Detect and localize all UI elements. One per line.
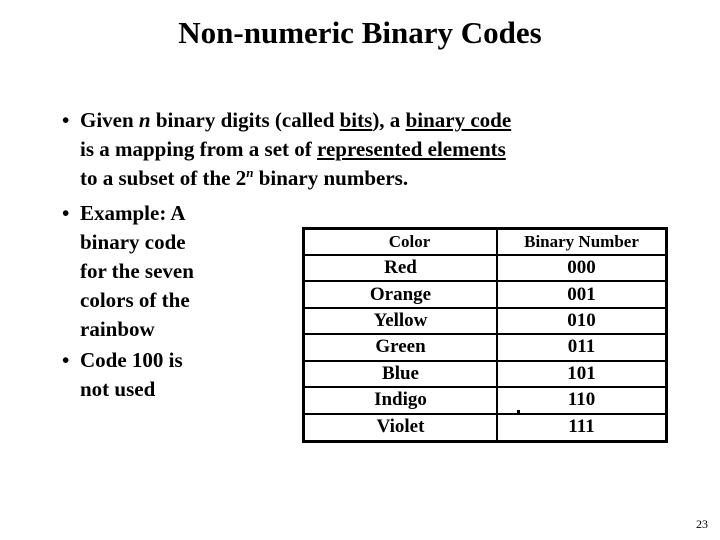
bullet-line: Example: A (80, 199, 306, 228)
table-row: Yellow 010 (305, 307, 665, 336)
cell-color: Orange (305, 281, 498, 309)
text-segment: is a mapping from a set of (80, 137, 318, 161)
bullet-text: Code 100 is not used (80, 346, 306, 404)
bullet-item: • Example: A binary code for the seven color… (56, 199, 306, 344)
text-segment: ), a (372, 108, 406, 132)
cell-color: Indigo (305, 387, 498, 415)
slide-canvas: Non-numeric Binary Codes • Given n binary… (0, 0, 720, 540)
table-row: Indigo 110 (305, 387, 665, 415)
table-row: Red 000 (305, 255, 665, 283)
text-segment: binary numbers. (253, 166, 409, 190)
bullet-line: not used (80, 375, 306, 404)
bullet-line: for the seven (80, 257, 306, 286)
table-row: Violet 111 (305, 413, 665, 440)
column-header-binary-number: Binary Number (497, 230, 665, 256)
cell-color: Blue (305, 360, 498, 389)
bullet-line: rainbow (80, 315, 306, 344)
table-header-row: Color Binary Number (305, 230, 665, 256)
cell-binary-number: 101 (497, 360, 665, 389)
cell-binary-number: 001 (497, 281, 665, 309)
page-title: Non-numeric Binary Codes (178, 15, 542, 50)
binary-code-table: Color Binary Number Red 000 Orange 001 Yello… (302, 227, 668, 443)
cell-binary-number: 000 (497, 255, 665, 283)
bullet-marker-icon: • (62, 201, 70, 225)
cell-color: Red (305, 255, 498, 283)
scan-speck-artifact (517, 410, 520, 413)
cell-color: Violet (305, 413, 498, 440)
bullet-item: • Given n binary digits (called bits), a … (56, 106, 684, 193)
table-row: Green 011 (305, 334, 665, 362)
text-segment: to a subset of the 2 (80, 166, 247, 190)
bullet-line: to a subset of the 2n binary numbers. (80, 164, 684, 193)
cell-binary-number: 010 (497, 307, 665, 336)
page-number: 23 (696, 517, 708, 531)
cell-binary-number: 110 (497, 387, 665, 415)
text-segment: n (138, 108, 151, 132)
cell-color: Yellow (305, 307, 498, 336)
text-segment: binary code (405, 108, 512, 132)
cell-binary-number: 011 (497, 334, 665, 362)
text-segment: binary code (80, 230, 186, 254)
bullet-line: colors of the (80, 286, 306, 315)
text-segment: binary digits (called (150, 108, 340, 132)
bullet-item: • Code 100 is not used (56, 346, 306, 404)
text-segment: for the seven (80, 259, 194, 283)
cell-binary-number: 111 (568, 416, 595, 438)
bullet-line: Code 100 is (80, 346, 306, 375)
text-segment: Code 100 is (80, 348, 183, 372)
bullet-marker-icon: • (62, 108, 70, 132)
text-segment: represented elements (317, 137, 506, 161)
table-row: Orange 001 (305, 281, 665, 309)
text-segment: rainbow (80, 317, 155, 341)
text-segment: Given (80, 108, 139, 132)
bullet-marker-icon: • (62, 348, 70, 372)
bullet-line: binary code (80, 228, 306, 257)
text-segment: colors of the (80, 288, 190, 312)
text-segment: bits (339, 108, 373, 132)
bullet-text: Example: A binary code for the seven colors… (80, 199, 306, 344)
bullet-line: Given n binary digits (called bits), a b… (80, 106, 684, 135)
text-segment: Example: A (80, 201, 186, 225)
text-segment: not used (80, 377, 156, 401)
bullet-text: Given n binary digits (called bits), a b… (80, 106, 684, 193)
cell-color: Green (305, 334, 498, 362)
table-row: Blue 101 (305, 360, 665, 389)
column-header-color: Color (305, 230, 498, 256)
bullet-line: is a mapping from a set of represented e… (80, 135, 684, 164)
